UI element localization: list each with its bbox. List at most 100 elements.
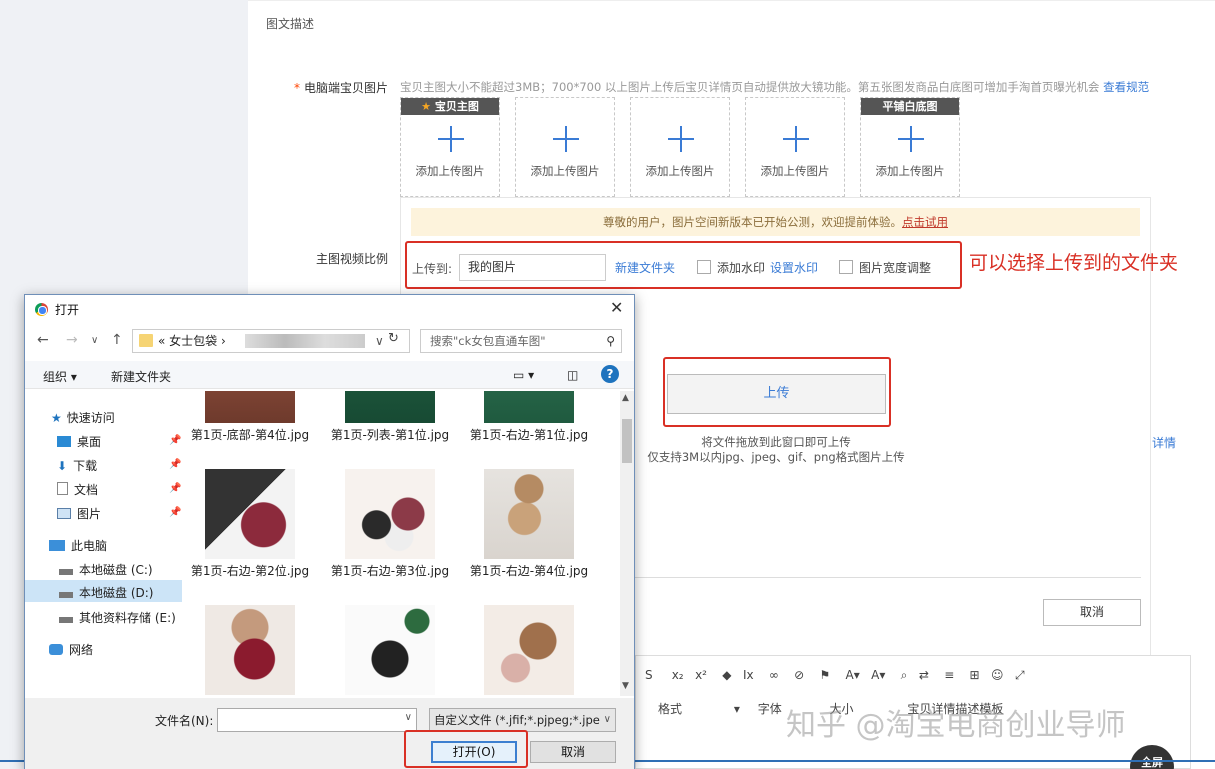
image-slot-5[interactable]: 平铺白底图 添加上传图片 (860, 97, 960, 197)
unlink-icon[interactable]: ⊘ (794, 668, 804, 682)
file-type-filter[interactable]: 自定义文件 (*.jfif;*.pjpeg;*.jpe ∨ (429, 708, 616, 732)
file-thumbnail[interactable] (205, 391, 295, 423)
plus-icon (783, 126, 809, 152)
view-icon[interactable]: ▭ ▾ (513, 368, 534, 382)
network-icon (49, 644, 63, 655)
font-color-icon[interactable]: A▾ (845, 668, 859, 682)
nav-this-pc[interactable]: 此电脑 (49, 537, 107, 554)
file-name[interactable]: 第1页-右边-第4位.jpg (464, 563, 594, 580)
scrollbar-thumb[interactable] (622, 419, 632, 463)
file-thumbnail[interactable] (484, 391, 574, 423)
view-spec-link[interactable]: 查看规范 (1103, 80, 1149, 94)
filename-label: 文件名(N): (155, 714, 214, 728)
search-icon[interactable]: ⌕ (901, 668, 908, 682)
folder-select[interactable]: 我的图片 (459, 254, 606, 281)
nav-pictures[interactable]: 图片 (57, 505, 101, 522)
superscript-icon[interactable]: x² (695, 668, 707, 682)
file-thumbnail[interactable] (345, 391, 435, 423)
image-slot-1[interactable]: ★ 宝贝主图 添加上传图片 (400, 97, 500, 197)
history-dropdown-icon[interactable]: ∨ (91, 335, 98, 346)
fullscreen-icon[interactable]: ⤢ (1015, 668, 1025, 682)
address-bar[interactable]: « 女士包袋 › ∨ (132, 329, 410, 353)
image-slot-2[interactable]: 添加上传图片 (515, 97, 615, 197)
dialog-search-input[interactable]: 搜索"ck女包直通车图" ⚲ (420, 329, 622, 353)
detail-link[interactable]: 详情 (1152, 434, 1176, 451)
scroll-down-icon[interactable]: ▼ (622, 681, 629, 691)
nav-label: 本地磁盘 (C:) (79, 563, 153, 577)
file-thumbnail[interactable] (205, 605, 295, 695)
link-icon[interactable]: ∞ (769, 668, 779, 682)
file-thumbnail[interactable] (345, 605, 435, 695)
nav-drive-d[interactable]: 本地磁盘 (D:) (25, 580, 182, 602)
preview-pane-icon[interactable]: ◫ (567, 368, 578, 382)
highlight-color-icon[interactable]: A▾ (871, 668, 885, 682)
forward-arrow-icon[interactable]: → (66, 332, 78, 348)
file-thumbnail[interactable] (205, 469, 295, 559)
dialog-nav-row: ← → ∨ ↑ « 女士包袋 › ∨ ↻ 搜索"ck女包直通车图" ⚲ (25, 327, 634, 355)
up-arrow-icon[interactable]: ↑ (111, 332, 123, 348)
help-icon[interactable]: ? (601, 365, 619, 383)
emoji-icon[interactable]: ☺ (991, 668, 1004, 682)
drop-tip: 将文件拖放到此窗口即可上传 (701, 435, 851, 449)
scroll-up-icon[interactable]: ▲ (622, 393, 629, 403)
close-icon[interactable]: ✕ (610, 298, 623, 317)
chevron-down-icon[interactable]: ∨ (405, 712, 412, 723)
nav-documents[interactable]: 文档 (57, 481, 98, 498)
organize-button[interactable]: 组织 ▾ (43, 368, 77, 385)
subscript-icon[interactable]: x₂ (672, 668, 684, 682)
nav-drive-c[interactable]: 本地磁盘 (C:) (59, 561, 153, 578)
organize-label: 组织 (43, 370, 68, 384)
format-dropdown-icon[interactable]: ▾ (734, 702, 740, 716)
watermark-checkbox[interactable] (697, 260, 711, 274)
nav-downloads[interactable]: ⬇ 下载 (57, 457, 97, 474)
pin-icon: 📌 (169, 483, 182, 494)
watermark-settings-link[interactable]: 设置水印 (770, 259, 818, 276)
dialog-toolbar: 组织 ▾ 新建文件夹 ▭ ▾ ◫ ? (25, 361, 634, 389)
file-name[interactable]: 第1页-右边-第3位.jpg (325, 563, 455, 580)
image-slot-3[interactable]: 添加上传图片 (630, 97, 730, 197)
clear-format-icon[interactable]: Ix (743, 668, 754, 682)
flag-icon[interactable]: ⚑ (819, 668, 830, 682)
file-name[interactable]: 第1页-右边-第1位.jpg (464, 427, 594, 444)
nav-label: 文档 (74, 483, 99, 497)
upload-button[interactable]: 上传 (667, 374, 886, 414)
nav-desktop[interactable]: 桌面 (57, 433, 101, 450)
plus-icon (898, 126, 924, 152)
search-placeholder: 搜索"ck女包直通车图" (430, 334, 546, 348)
dialog-cancel-button[interactable]: 取消 (530, 741, 616, 763)
resize-checkbox[interactable] (839, 260, 853, 274)
file-thumbnail[interactable] (484, 605, 574, 695)
file-name[interactable]: 第1页-底部-第4位.jpg (185, 427, 315, 444)
file-thumbnail[interactable] (345, 469, 435, 559)
font-select[interactable]: 字体 (758, 702, 782, 716)
file-name[interactable]: 第1页-列表-第1位.jpg (325, 427, 455, 444)
dialog-title: 打开 (55, 303, 80, 317)
file-name[interactable]: 第1页-右边-第2位.jpg (185, 563, 315, 580)
strikethrough-icon[interactable]: S (645, 668, 653, 682)
replace-icon[interactable]: ⇄ (919, 668, 929, 682)
back-arrow-icon[interactable]: ← (37, 332, 49, 348)
notice-try-link[interactable]: 点击试用 (902, 215, 948, 229)
file-thumbnail[interactable] (484, 469, 574, 559)
eraser-icon[interactable]: ◆ (722, 668, 731, 682)
address-dropdown-icon[interactable]: ∨ (375, 330, 384, 352)
refresh-icon[interactable]: ↻ (388, 331, 399, 346)
nav-label: 快速访问 (66, 411, 115, 425)
filename-input[interactable]: ∨ (217, 708, 417, 732)
nav-label: 桌面 (77, 435, 102, 449)
nav-drive-e[interactable]: 其他资料存储 (E:) (59, 609, 176, 626)
image-slot-4[interactable]: 添加上传图片 (745, 97, 845, 197)
address-folder: 女士包袋 (169, 334, 218, 348)
nav-quick-access[interactable]: ★ 快速访问 (51, 409, 115, 426)
file-list-scrollbar[interactable]: ▲ ▼ (620, 391, 634, 696)
panel-cancel-button[interactable]: 取消 (1043, 599, 1141, 626)
search-icon: ⚲ (606, 334, 615, 348)
format-select[interactable]: 格式 (658, 702, 682, 716)
star-icon: ★ (51, 411, 62, 425)
picture-icon (57, 508, 71, 519)
new-folder-link[interactable]: 新建文件夹 (615, 259, 675, 276)
table-icon[interactable]: ⊞ (970, 668, 980, 682)
hr-icon[interactable]: ≡ (944, 668, 954, 682)
new-folder-button[interactable]: 新建文件夹 (111, 368, 171, 385)
nav-network[interactable]: 网络 (49, 641, 93, 658)
